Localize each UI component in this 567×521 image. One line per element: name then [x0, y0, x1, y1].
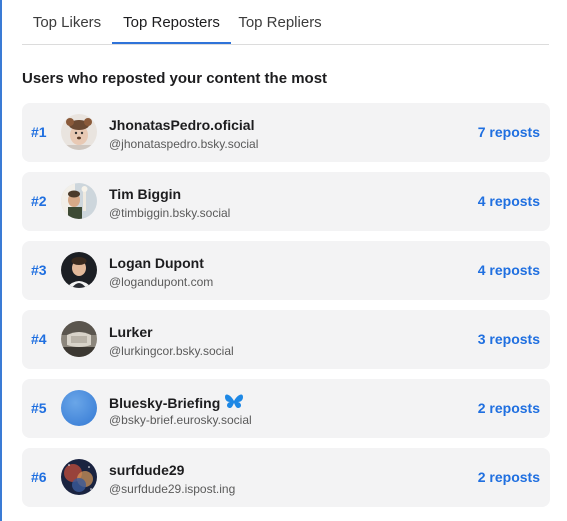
repost-count: 2 reposts: [477, 469, 540, 485]
user-handle: @bsky-brief.eurosky.social: [109, 413, 252, 427]
tab-top-reposters[interactable]: Top Reposters: [112, 0, 231, 44]
user-handle: @logandupont.com: [109, 275, 214, 289]
user-handle: @lurkingcor.bsky.social: [109, 344, 234, 358]
user-display-name[interactable]: JhonatasPedro.oficial: [109, 117, 254, 133]
user-display-name-text: Bluesky-Briefing: [109, 395, 221, 411]
user-display-name[interactable]: Lurker: [109, 324, 153, 340]
user-handle: @timbiggin.bsky.social: [109, 206, 231, 220]
list-item[interactable]: #5 Bluesky-Briefing @bsky-brief.eurosky.…: [22, 379, 550, 438]
list-item[interactable]: #2 Tim Biggin @timbiggin.bsky.social 4 r…: [22, 172, 550, 231]
repost-count: 2 reposts: [477, 400, 540, 416]
rank-label: #6: [31, 469, 47, 485]
rank-label: #2: [31, 193, 47, 209]
avatar[interactable]: [61, 390, 97, 426]
avatar[interactable]: [61, 459, 97, 495]
butterfly-icon: [224, 393, 244, 414]
user-display-name[interactable]: Logan Dupont: [109, 255, 204, 271]
rank-label: #5: [31, 400, 47, 416]
user-display-name[interactable]: Bluesky-Briefing: [109, 393, 244, 414]
avatar[interactable]: [61, 183, 97, 219]
list-item[interactable]: #6 surfdude29 @surfdude29.ispost.ing 2 r…: [22, 448, 550, 507]
user-display-name[interactable]: surfdude29: [109, 462, 184, 478]
section-heading: Users who reposted your content the most: [22, 70, 328, 87]
user-handle: @surfdude29.ispost.ing: [109, 482, 236, 496]
tab-top-repliers[interactable]: Top Repliers: [231, 0, 329, 43]
user-handle: @jhonataspedro.bsky.social: [109, 137, 259, 151]
reposters-list: #1 JhonatasPedro.oficial @jhonataspedro.…: [22, 103, 550, 517]
avatar[interactable]: [61, 114, 97, 150]
repost-count: 4 reposts: [477, 262, 540, 278]
left-border: [0, 0, 2, 521]
repost-count: 7 reposts: [477, 124, 540, 140]
tab-top-likers[interactable]: Top Likers: [22, 0, 112, 43]
repost-count: 4 reposts: [477, 193, 540, 209]
list-item[interactable]: #3 Logan Dupont @logandupont.com 4 repos…: [22, 241, 550, 300]
list-item[interactable]: #1 JhonatasPedro.oficial @jhonataspedro.…: [22, 103, 550, 162]
list-item[interactable]: #4 Lurker @lurkingcor.bsky.social 3 repo…: [22, 310, 550, 369]
rank-label: #1: [31, 124, 47, 140]
avatar[interactable]: [61, 252, 97, 288]
user-display-name[interactable]: Tim Biggin: [109, 186, 181, 202]
avatar[interactable]: [61, 321, 97, 357]
rank-label: #3: [31, 262, 47, 278]
rank-label: #4: [31, 331, 47, 347]
tab-bar: Top Likers Top Reposters Top Repliers: [22, 0, 549, 45]
repost-count: 3 reposts: [477, 331, 540, 347]
